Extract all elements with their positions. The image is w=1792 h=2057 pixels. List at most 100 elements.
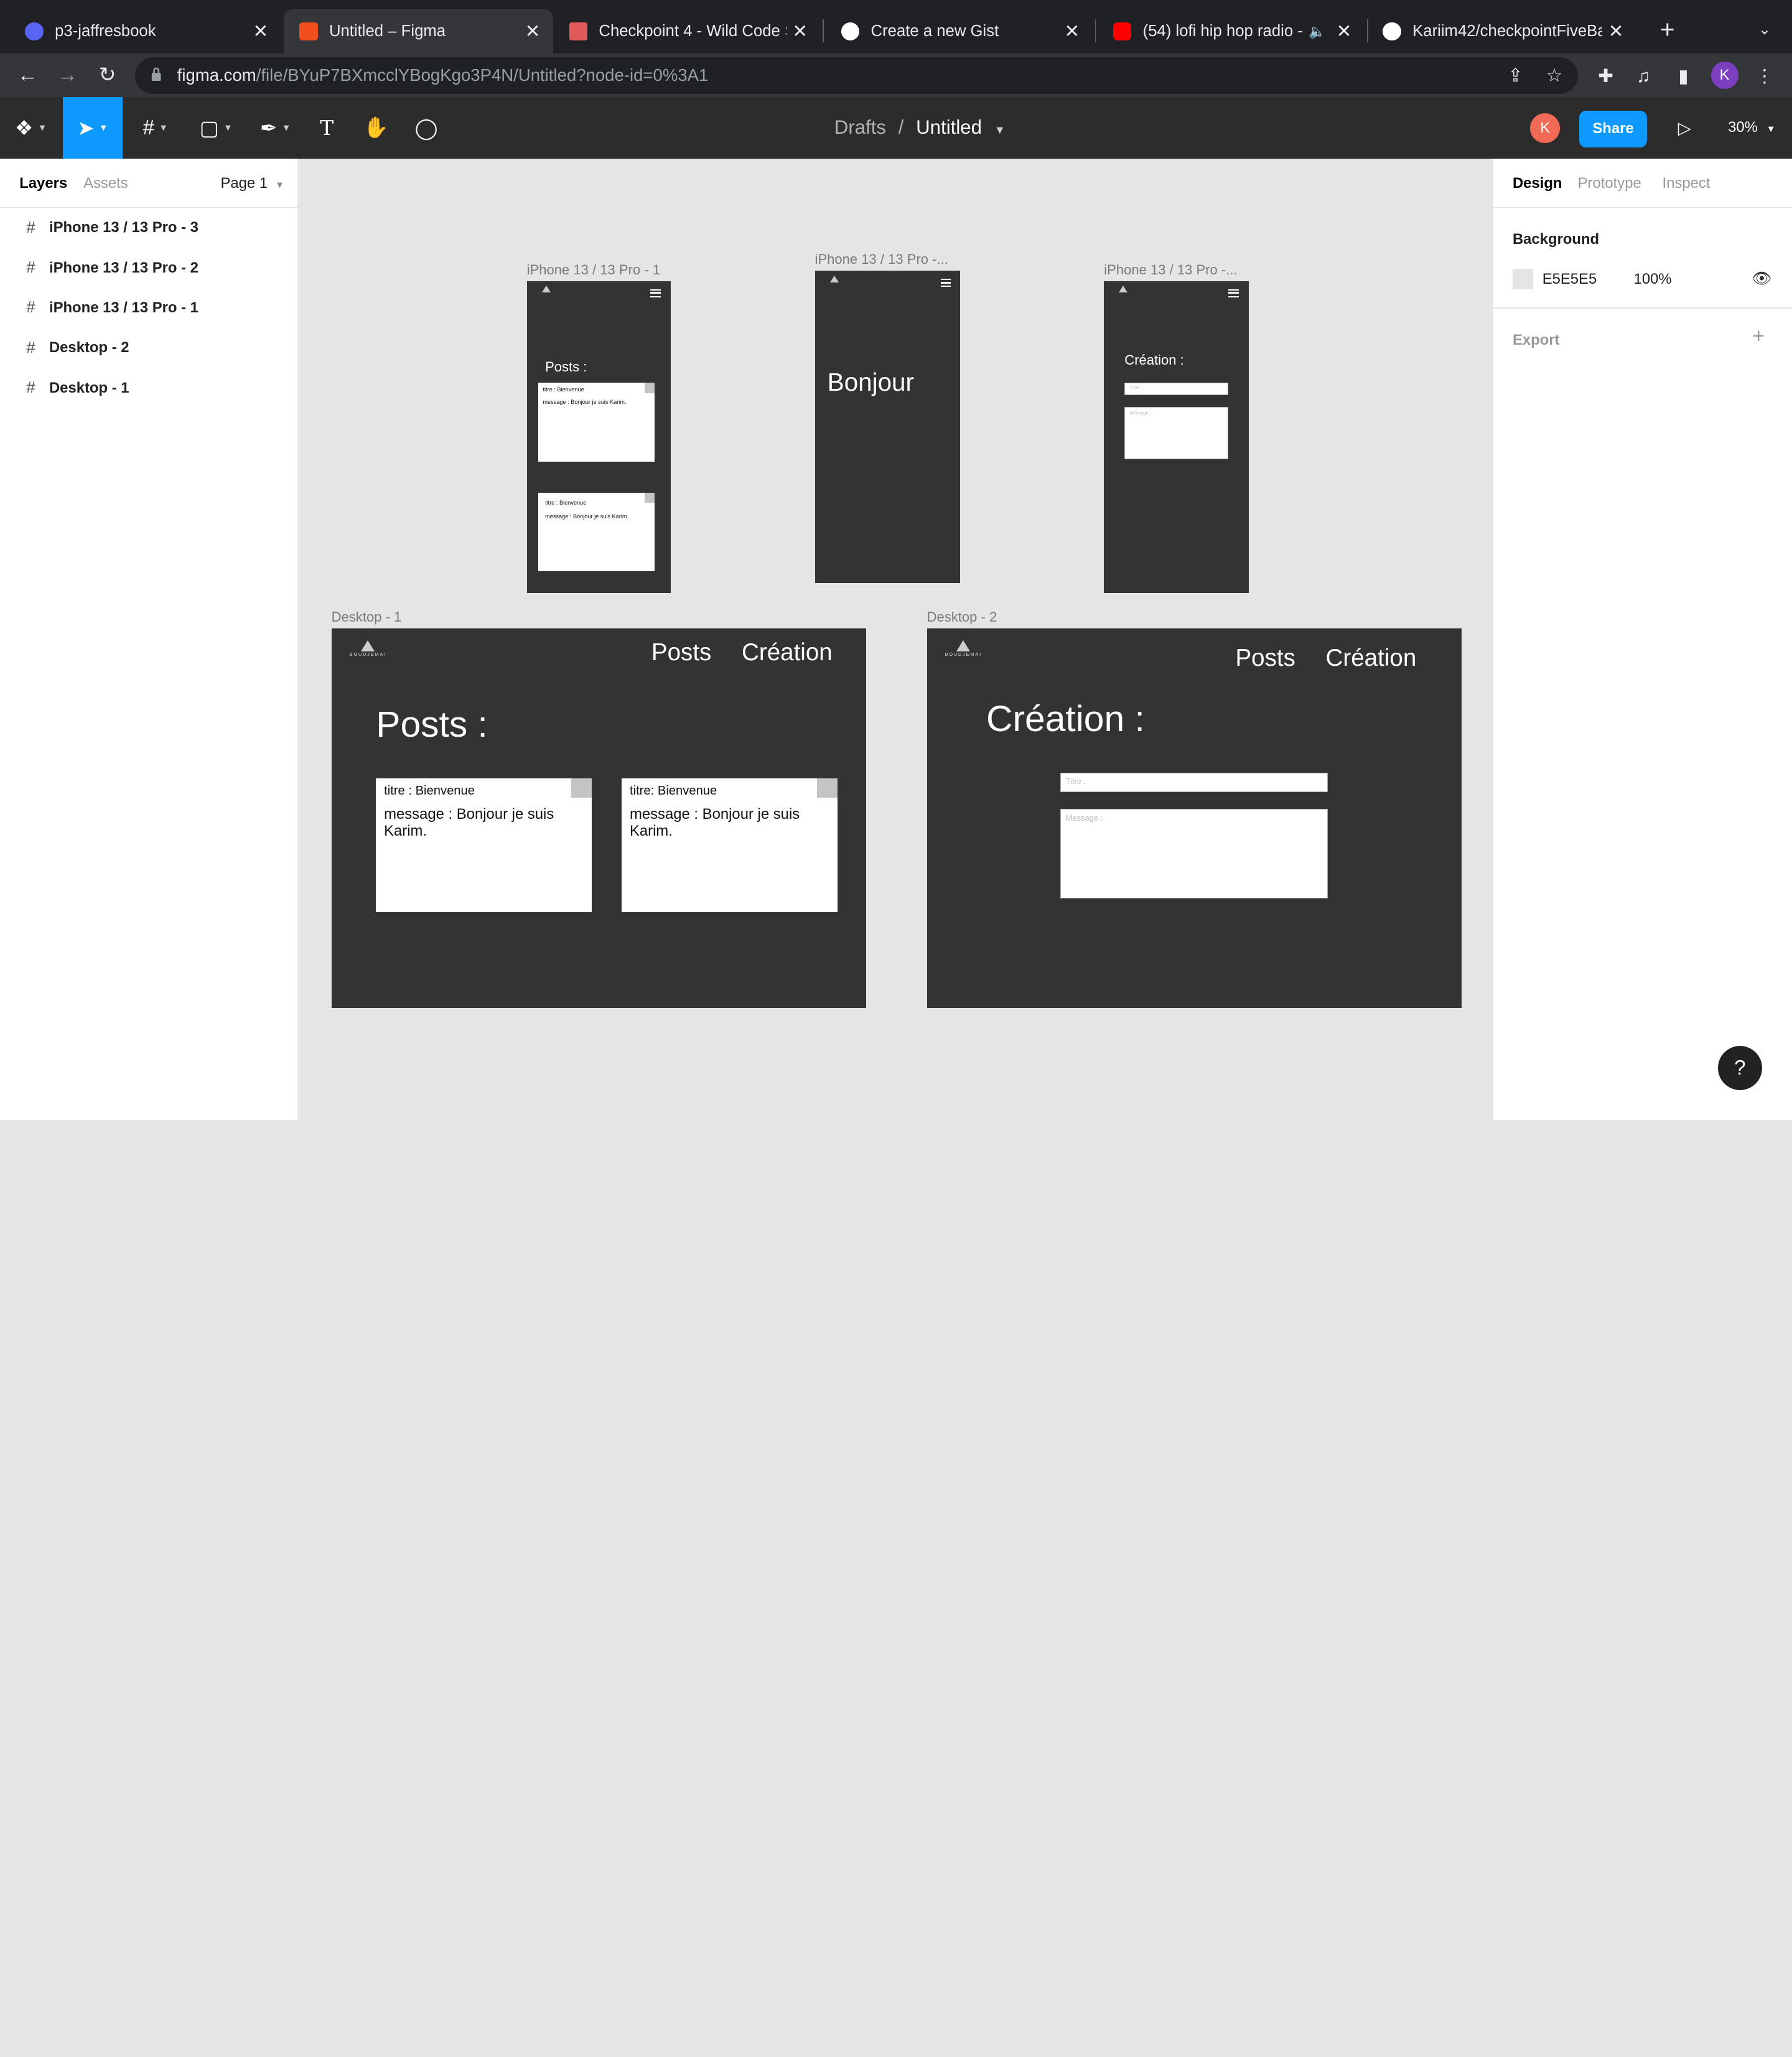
tab-search-chevron-icon[interactable]: ⌄ — [1751, 16, 1778, 44]
media-control-icon[interactable]: ♫ — [1632, 65, 1655, 88]
card-image-placeholder — [644, 492, 655, 503]
frame-label[interactable]: iPhone 13 / 13 Pro -... — [815, 251, 948, 268]
layer-row[interactable]: # iPhone 13 / 13 Pro - 2 — [0, 248, 298, 288]
lock-icon — [152, 67, 161, 82]
speaker-icon[interactable]: 🔈 — [1309, 24, 1325, 40]
back-arrow-icon[interactable]: ← — [11, 59, 43, 91]
hamburger-menu-icon[interactable] — [940, 279, 951, 287]
help-button[interactable]: ? — [1717, 1045, 1763, 1091]
side-panel-icon[interactable]: ▮ — [1672, 65, 1695, 88]
add-export-plus-icon[interactable]: + — [1753, 325, 1765, 348]
nav-creation[interactable]: Création — [1326, 645, 1417, 672]
close-tab-icon[interactable]: ✕ — [1330, 21, 1358, 42]
user-avatar[interactable]: K — [1530, 113, 1561, 143]
background-opacity[interactable]: 100% — [1634, 271, 1672, 288]
layer-row[interactable]: # iPhone 13 / 13 Pro - 3 — [0, 208, 298, 248]
export-section-title[interactable]: Export — [1513, 332, 1560, 349]
post-card[interactable]: titre: Bienvenue message : Bonjour je su… — [622, 778, 838, 912]
desktop-frame-1[interactable]: BOUDJEMAI Posts Création Posts : titre :… — [331, 628, 867, 1008]
forward-arrow-icon[interactable]: → — [52, 59, 83, 91]
properties-tabs: Design Prototype Inspect — [1493, 159, 1792, 208]
iphone-frame-3[interactable]: Création : Titre : Message : — [1104, 281, 1249, 594]
chevron-down-icon[interactable]: ▼ — [994, 123, 1006, 136]
reload-icon[interactable]: ↻ — [91, 59, 123, 91]
layer-row[interactable]: # Desktop - 2 — [0, 328, 298, 368]
post-card[interactable]: titre : Bienvenue message : Bonjour je s… — [538, 492, 655, 572]
close-tab-icon[interactable]: ✕ — [1058, 21, 1086, 42]
browser-tab-3[interactable]: Checkpoint 4 - Wild Code S ✕ — [553, 9, 821, 54]
layer-row[interactable]: # iPhone 13 / 13 Pro - 1 — [0, 288, 298, 328]
move-tool[interactable]: ➤ ▼ — [63, 97, 123, 159]
share-button[interactable]: Share — [1579, 111, 1647, 147]
layer-name: Desktop - 2 — [49, 339, 129, 357]
post-card[interactable]: titre : Bienvenue message : Bonjour je s… — [376, 778, 592, 912]
background-hex[interactable]: E5E5E5 — [1542, 271, 1597, 288]
tab-design[interactable]: Design — [1513, 175, 1562, 192]
nav-creation[interactable]: Création — [742, 639, 833, 666]
text-tool[interactable]: T — [311, 97, 343, 159]
hand-tool[interactable]: ✋ — [359, 97, 393, 159]
browser-tab-1[interactable]: p3-jaffresbook ✕ — [9, 9, 281, 54]
frame-tool[interactable]: # ▼ — [129, 97, 182, 159]
frame-label[interactable]: iPhone 13 / 13 Pro - 1 — [527, 262, 660, 278]
address-bar[interactable]: figma.com/file/BYuP7BXmcclYBogKgo3P4N/Un… — [134, 57, 1579, 94]
desktop-frame-2[interactable]: BOUDJEMAI Posts Création Création : Titr… — [926, 628, 1462, 1008]
nav-posts[interactable]: Posts — [651, 639, 711, 666]
title-field[interactable]: Titre : — [1124, 383, 1229, 396]
comment-bubble-icon: ◯ — [414, 116, 438, 140]
extensions-puzzle-icon[interactable]: ✚ — [1594, 65, 1617, 88]
eye-visibility-icon[interactable]: 👁 — [1752, 269, 1772, 289]
creation-heading: Création : — [986, 699, 1145, 740]
hamburger-menu-icon[interactable] — [650, 289, 661, 297]
zoom-menu[interactable]: 30% ▼ — [1728, 119, 1775, 136]
bookmark-star-icon[interactable]: ☆ — [1544, 65, 1564, 86]
canvas[interactable]: iPhone 13 / 13 Pro - 1 Posts : titre : B… — [299, 159, 1493, 1120]
breadcrumb-drafts[interactable]: Drafts — [834, 116, 886, 138]
kebab-menu-icon[interactable]: ⋮ — [1753, 65, 1776, 88]
tab-layers[interactable]: Layers — [19, 175, 67, 192]
page-selector[interactable]: Page 1 ▼ — [220, 175, 284, 192]
message-placeholder: Message : — [1129, 409, 1151, 416]
present-play-icon[interactable]: ▷ — [1671, 114, 1698, 142]
tab-inspect[interactable]: Inspect — [1663, 175, 1710, 192]
background-color-swatch[interactable] — [1512, 268, 1533, 289]
file-name[interactable]: Untitled — [916, 116, 982, 138]
close-tab-icon[interactable]: ✕ — [247, 21, 274, 42]
tab-prototype[interactable]: Prototype — [1578, 175, 1641, 192]
close-tab-icon[interactable]: ✕ — [1602, 21, 1630, 42]
iphone-frame-2[interactable]: Bonjour — [814, 271, 960, 583]
hamburger-menu-icon[interactable] — [1228, 289, 1239, 297]
comment-tool[interactable]: ◯ — [409, 97, 444, 159]
message-field[interactable]: Message : — [1060, 809, 1328, 898]
post-card[interactable]: titre : Bienvenue message : Bonjour je s… — [538, 383, 655, 462]
frame-hash-icon: # — [26, 259, 35, 277]
figma-icon — [299, 22, 318, 41]
nav-posts[interactable]: Posts — [1235, 645, 1295, 672]
browser-tab-6[interactable]: Kariim42/checkpointFiveBa ✕ — [1367, 9, 1636, 54]
card-message: message : Bonjour je suis Karim. — [629, 805, 800, 840]
browser-tab-2[interactable]: Untitled – Figma ✕ — [283, 9, 553, 54]
pen-icon: ✒ — [259, 116, 278, 140]
frame-label[interactable]: Desktop - 2 — [927, 609, 997, 625]
close-tab-icon[interactable]: ✕ — [519, 21, 546, 42]
new-tab-button[interactable]: + — [1654, 14, 1681, 45]
pen-tool[interactable]: ✒ ▼ — [249, 97, 301, 159]
bonjour-text: Bonjour — [827, 368, 914, 397]
tab-title: Untitled – Figma — [329, 22, 446, 40]
frame-label[interactable]: iPhone 13 / 13 Pro -... — [1104, 262, 1237, 278]
layer-name: iPhone 13 / 13 Pro - 3 — [49, 219, 198, 236]
layer-row[interactable]: # Desktop - 1 — [0, 368, 298, 408]
iphone-frame-1[interactable]: Posts : titre : Bienvenue message : Bonj… — [526, 281, 671, 594]
browser-tab-4[interactable]: Create a new Gist ✕ — [825, 9, 1093, 54]
figma-main-menu[interactable]: ❖ ▼ — [4, 97, 57, 159]
close-tab-icon[interactable]: ✕ — [786, 21, 814, 42]
logo-tree-icon — [956, 640, 971, 651]
share-page-icon[interactable]: ⇪ — [1505, 65, 1526, 86]
title-field[interactable]: Titre : — [1060, 772, 1328, 792]
frame-label[interactable]: Desktop - 1 — [332, 609, 402, 625]
profile-avatar[interactable]: K — [1710, 62, 1738, 90]
message-field[interactable]: Message : — [1124, 406, 1229, 460]
browser-tab-5[interactable]: (54) lofi hip hop radio - 🔈 ✕ — [1097, 9, 1365, 54]
tab-assets[interactable]: Assets — [83, 175, 128, 192]
shape-tool[interactable]: ▢ ▼ — [190, 97, 242, 159]
